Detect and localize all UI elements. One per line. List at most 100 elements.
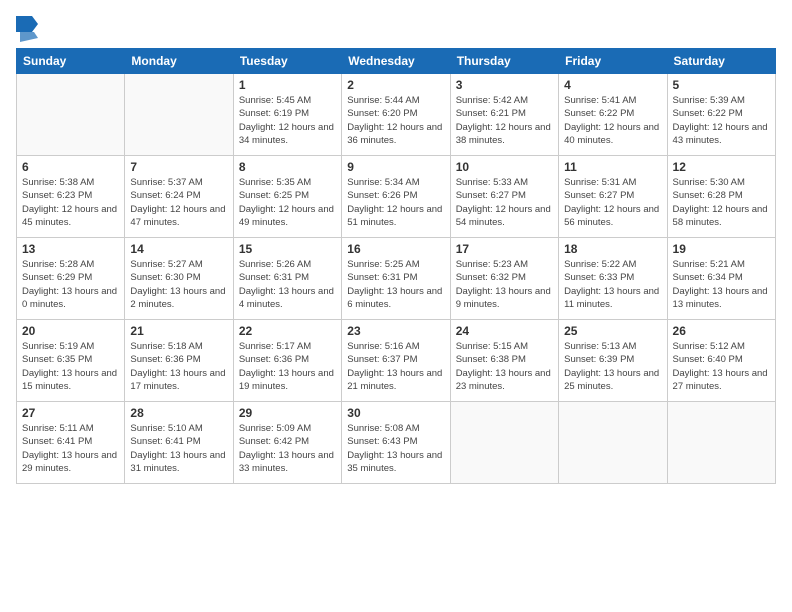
calendar-week-3: 13 Sunrise: 5:28 AMSunset: 6:29 PMDayligh… [17, 238, 776, 320]
day-number: 25 [564, 324, 661, 338]
calendar-cell: 2 Sunrise: 5:44 AMSunset: 6:20 PMDaylight… [342, 74, 450, 156]
calendar-cell: 5 Sunrise: 5:39 AMSunset: 6:22 PMDaylight… [667, 74, 775, 156]
calendar-cell: 8 Sunrise: 5:35 AMSunset: 6:25 PMDaylight… [233, 156, 341, 238]
calendar-cell: 17 Sunrise: 5:23 AMSunset: 6:32 PMDayligh… [450, 238, 558, 320]
calendar-cell [450, 402, 558, 484]
calendar-cell: 10 Sunrise: 5:33 AMSunset: 6:27 PMDayligh… [450, 156, 558, 238]
calendar-cell: 14Sunrise: 5:27 AMSunset: 6:30 PMDayligh… [125, 238, 233, 320]
day-number: 6 [22, 160, 119, 174]
day-number: 29 [239, 406, 336, 420]
day-info: Sunrise: 5:10 AMSunset: 6:41 PMDaylight:… [130, 422, 227, 475]
day-info: Sunrise: 5:31 AMSunset: 6:27 PMDaylight:… [564, 176, 661, 229]
day-info: Sunrise: 5:22 AMSunset: 6:33 PMDaylight:… [564, 258, 661, 311]
day-number: 7 [130, 160, 227, 174]
calendar-cell: 15 Sunrise: 5:26 AMSunset: 6:31 PMDayligh… [233, 238, 341, 320]
day-info: Sunrise: 5:21 AMSunset: 6:34 PMDaylight:… [673, 258, 770, 311]
day-header-monday: Monday [125, 49, 233, 74]
calendar-cell: 16 Sunrise: 5:25 AMSunset: 6:31 PMDayligh… [342, 238, 450, 320]
calendar-cell: 26 Sunrise: 5:12 AMSunset: 6:40 PMDayligh… [667, 320, 775, 402]
day-info: Sunrise: 5:16 AMSunset: 6:37 PMDaylight:… [347, 340, 444, 393]
calendar-cell: 7 Sunrise: 5:37 AMSunset: 6:24 PMDaylight… [125, 156, 233, 238]
day-info: Sunrise: 5:11 AMSunset: 6:41 PMDaylight:… [22, 422, 119, 475]
day-info: Sunrise: 5:18 AMSunset: 6:36 PMDaylight:… [130, 340, 227, 393]
day-header-tuesday: Tuesday [233, 49, 341, 74]
day-number: 26 [673, 324, 770, 338]
day-info: Sunrise: 5:35 AMSunset: 6:25 PMDaylight:… [239, 176, 336, 229]
day-header-thursday: Thursday [450, 49, 558, 74]
calendar-cell [125, 74, 233, 156]
day-info: Sunrise: 5:23 AMSunset: 6:32 PMDaylight:… [456, 258, 553, 311]
calendar-cell: 9 Sunrise: 5:34 AMSunset: 6:26 PMDaylight… [342, 156, 450, 238]
calendar-cell: 28 Sunrise: 5:10 AMSunset: 6:41 PMDayligh… [125, 402, 233, 484]
day-info: Sunrise: 5:15 AMSunset: 6:38 PMDaylight:… [456, 340, 553, 393]
calendar-cell: 1 Sunrise: 5:45 AMSunset: 6:19 PMDaylight… [233, 74, 341, 156]
day-number: 3 [456, 78, 553, 92]
calendar-cell: 12 Sunrise: 5:30 AMSunset: 6:28 PMDayligh… [667, 156, 775, 238]
day-header-sunday: Sunday [17, 49, 125, 74]
calendar-cell: 11 Sunrise: 5:31 AMSunset: 6:27 PMDayligh… [559, 156, 667, 238]
day-number: 30 [347, 406, 444, 420]
day-info: Sunrise: 5:13 AMSunset: 6:39 PMDaylight:… [564, 340, 661, 393]
day-info: Sunrise: 5:27 AMSunset: 6:30 PMDaylight:… [130, 258, 227, 311]
day-info: Sunrise: 5:45 AMSunset: 6:19 PMDaylight:… [239, 94, 336, 147]
day-info: Sunrise: 5:33 AMSunset: 6:27 PMDaylight:… [456, 176, 553, 229]
calendar-cell: 3 Sunrise: 5:42 AMSunset: 6:21 PMDaylight… [450, 74, 558, 156]
calendar-cell: 4 Sunrise: 5:41 AMSunset: 6:22 PMDaylight… [559, 74, 667, 156]
day-info: Sunrise: 5:08 AMSunset: 6:43 PMDaylight:… [347, 422, 444, 475]
day-info: Sunrise: 5:19 AMSunset: 6:35 PMDaylight:… [22, 340, 119, 393]
day-info: Sunrise: 5:25 AMSunset: 6:31 PMDaylight:… [347, 258, 444, 311]
day-info: Sunrise: 5:42 AMSunset: 6:21 PMDaylight:… [456, 94, 553, 147]
day-number: 19 [673, 242, 770, 256]
day-number: 28 [130, 406, 227, 420]
calendar-cell: 18 Sunrise: 5:22 AMSunset: 6:33 PMDayligh… [559, 238, 667, 320]
calendar-cell: 6 Sunrise: 5:38 AMSunset: 6:23 PMDaylight… [17, 156, 125, 238]
day-number: 9 [347, 160, 444, 174]
calendar-cell: 24Sunrise: 5:15 AMSunset: 6:38 PMDayligh… [450, 320, 558, 402]
day-number: 11 [564, 160, 661, 174]
logo-icon [16, 16, 34, 38]
day-number: 12 [673, 160, 770, 174]
day-number: 21 [130, 324, 227, 338]
day-info: Sunrise: 5:28 AMSunset: 6:29 PMDaylight:… [22, 258, 119, 311]
day-number: 17 [456, 242, 553, 256]
day-number: 16 [347, 242, 444, 256]
day-info: Sunrise: 5:37 AMSunset: 6:24 PMDaylight:… [130, 176, 227, 229]
calendar-cell: 29 Sunrise: 5:09 AMSunset: 6:42 PMDayligh… [233, 402, 341, 484]
calendar-cell: 19 Sunrise: 5:21 AMSunset: 6:34 PMDayligh… [667, 238, 775, 320]
day-number: 2 [347, 78, 444, 92]
day-header-friday: Friday [559, 49, 667, 74]
calendar-cell [559, 402, 667, 484]
day-info: Sunrise: 5:30 AMSunset: 6:28 PMDaylight:… [673, 176, 770, 229]
calendar-week-5: 27 Sunrise: 5:11 AMSunset: 6:41 PMDayligh… [17, 402, 776, 484]
day-info: Sunrise: 5:34 AMSunset: 6:26 PMDaylight:… [347, 176, 444, 229]
calendar-cell: 27 Sunrise: 5:11 AMSunset: 6:41 PMDayligh… [17, 402, 125, 484]
calendar-cell: 25 Sunrise: 5:13 AMSunset: 6:39 PMDayligh… [559, 320, 667, 402]
calendar-week-1: 1 Sunrise: 5:45 AMSunset: 6:19 PMDaylight… [17, 74, 776, 156]
day-info: Sunrise: 5:39 AMSunset: 6:22 PMDaylight:… [673, 94, 770, 147]
calendar-week-2: 6 Sunrise: 5:38 AMSunset: 6:23 PMDaylight… [17, 156, 776, 238]
calendar-week-4: 20 Sunrise: 5:19 AMSunset: 6:35 PMDayligh… [17, 320, 776, 402]
calendar-cell: 23Sunrise: 5:16 AMSunset: 6:37 PMDayligh… [342, 320, 450, 402]
calendar-cell: 30 Sunrise: 5:08 AMSunset: 6:43 PMDayligh… [342, 402, 450, 484]
day-number: 20 [22, 324, 119, 338]
day-number: 18 [564, 242, 661, 256]
day-info: Sunrise: 5:26 AMSunset: 6:31 PMDaylight:… [239, 258, 336, 311]
calendar-cell [667, 402, 775, 484]
day-number: 1 [239, 78, 336, 92]
day-number: 4 [564, 78, 661, 92]
logo [16, 16, 38, 38]
day-number: 10 [456, 160, 553, 174]
day-number: 8 [239, 160, 336, 174]
day-info: Sunrise: 5:17 AMSunset: 6:36 PMDaylight:… [239, 340, 336, 393]
day-info: Sunrise: 5:44 AMSunset: 6:20 PMDaylight:… [347, 94, 444, 147]
day-number: 5 [673, 78, 770, 92]
day-info: Sunrise: 5:38 AMSunset: 6:23 PMDaylight:… [22, 176, 119, 229]
day-info: Sunrise: 5:41 AMSunset: 6:22 PMDaylight:… [564, 94, 661, 147]
day-number: 22 [239, 324, 336, 338]
day-number: 13 [22, 242, 119, 256]
day-info: Sunrise: 5:09 AMSunset: 6:42 PMDaylight:… [239, 422, 336, 475]
page-header [16, 16, 776, 38]
day-number: 15 [239, 242, 336, 256]
day-number: 27 [22, 406, 119, 420]
day-info: Sunrise: 5:12 AMSunset: 6:40 PMDaylight:… [673, 340, 770, 393]
